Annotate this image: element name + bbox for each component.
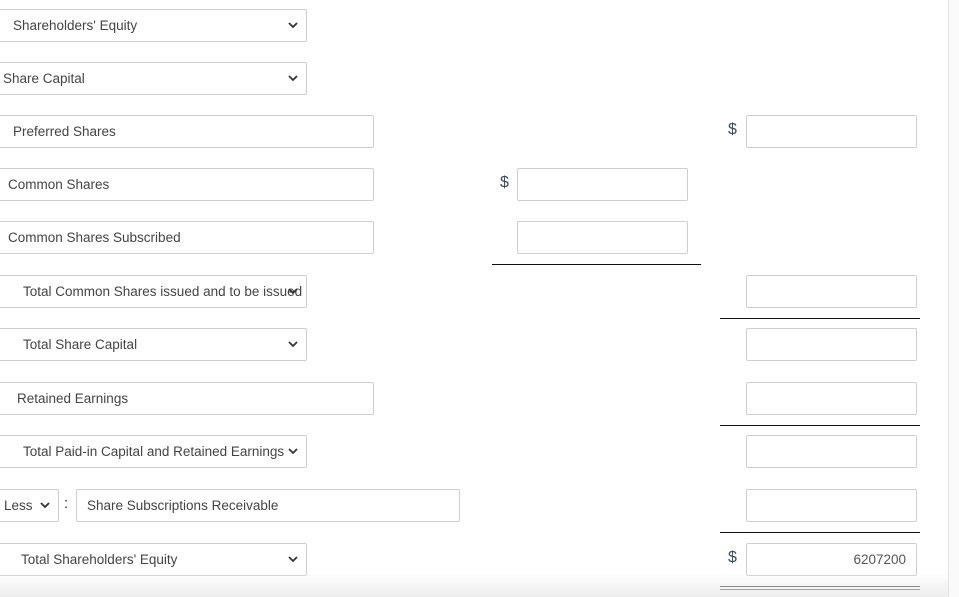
dollar-sign: $ (728, 121, 737, 138)
chevron-down-icon (287, 329, 299, 360)
share-subscriptions-receivable-input[interactable]: Share Subscriptions Receivable (76, 489, 460, 522)
chevron-down-icon (287, 544, 299, 575)
common-shares-subscribed-input[interactable]: Common Shares Subscribed (0, 221, 374, 254)
colon-separator: : (64, 495, 69, 512)
subtotal-rule (720, 318, 920, 319)
shareholders-equity-select[interactable]: Shareholders' Equity (0, 9, 307, 42)
select-value: Share Capital (3, 71, 85, 86)
balance-sheet-equity-section: Shareholders' Equity Share Capital Prefe… (0, 0, 948, 597)
select-value: Total Paid-in Capital and Retained Earni… (23, 444, 285, 459)
chevron-down-icon (287, 436, 299, 467)
total-shareholders-equity-amount-input[interactable]: 6207200 (746, 543, 917, 576)
input-value: Retained Earnings (17, 391, 129, 406)
total-common-shares-amount-input[interactable] (746, 275, 917, 308)
select-value: Total Common Shares issued and to be iss… (23, 284, 303, 299)
common-shares-subscribed-amount-input[interactable] (517, 221, 688, 254)
input-value: Share Subscriptions Receivable (87, 498, 279, 513)
chevron-down-icon (287, 63, 299, 94)
select-value: Total Shareholders' Equity (21, 552, 178, 567)
retained-earnings-amount-input[interactable] (746, 382, 917, 415)
grand-total-double-rule (720, 586, 920, 590)
subtotal-rule (720, 425, 920, 426)
subtotal-rule (492, 264, 701, 265)
dollar-sign: $ (500, 174, 509, 191)
share-capital-select[interactable]: Share Capital (0, 62, 307, 95)
select-value: Less (4, 498, 33, 513)
chevron-down-icon (39, 490, 51, 521)
preferred-shares-amount-input[interactable] (746, 115, 917, 148)
input-value: Common Shares (8, 177, 110, 192)
common-shares-input[interactable]: Common Shares (0, 168, 374, 201)
total-paid-in-capital-select[interactable]: Total Paid-in Capital and Retained Earni… (0, 435, 307, 468)
total-shareholders-equity-select[interactable]: Total Shareholders' Equity (0, 543, 307, 576)
total-share-capital-select[interactable]: Total Share Capital (0, 328, 307, 361)
input-value: Preferred Shares (13, 124, 116, 139)
select-value: Total Share Capital (23, 337, 138, 352)
total-paid-in-capital-amount-input[interactable] (746, 435, 917, 468)
chevron-down-icon (287, 10, 299, 41)
dollar-sign: $ (728, 549, 737, 566)
retained-earnings-input[interactable]: Retained Earnings (0, 382, 374, 415)
total-common-shares-select[interactable]: Total Common Shares issued and to be iss… (0, 275, 307, 308)
common-shares-amount-input[interactable] (517, 168, 688, 201)
select-value: Shareholders' Equity (13, 18, 138, 33)
total-share-capital-amount-input[interactable] (746, 328, 917, 361)
share-subscriptions-receivable-amount-input[interactable] (746, 489, 917, 522)
subtotal-rule (720, 532, 920, 533)
input-value: Common Shares Subscribed (8, 230, 181, 245)
preferred-shares-input[interactable]: Preferred Shares (0, 115, 374, 148)
chevron-down-icon (287, 276, 299, 307)
vertical-scrollbar[interactable] (948, 0, 959, 597)
less-operator-select[interactable]: Less (0, 489, 59, 522)
